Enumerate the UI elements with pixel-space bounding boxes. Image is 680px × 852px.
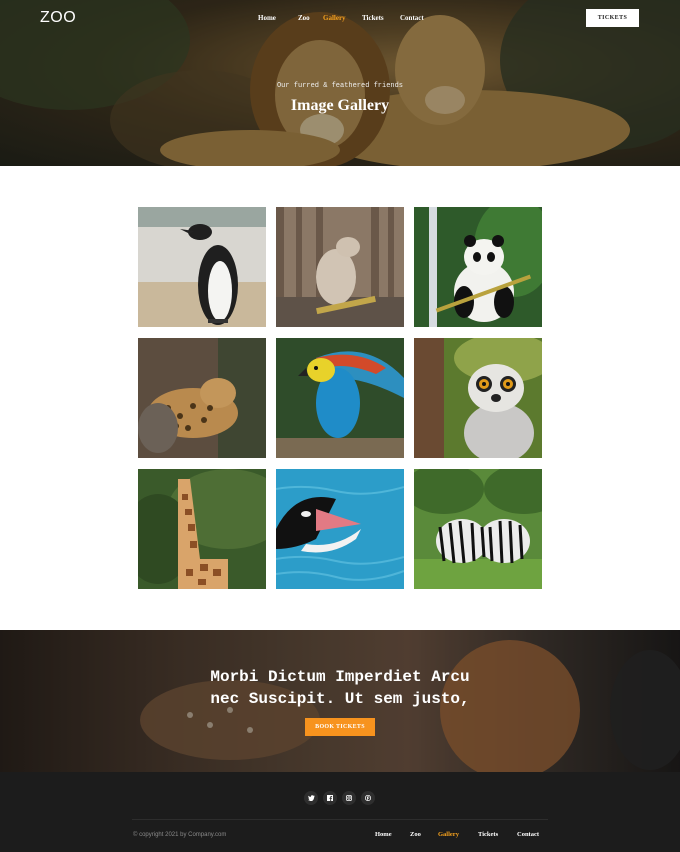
- gallery-image-panda[interactable]: [414, 207, 542, 327]
- booking-headline-line-1: Morbi Dictum Imperdiet Arcu: [210, 668, 470, 686]
- site-logo[interactable]: ZOO: [40, 9, 76, 27]
- hero-kicker: Our furred & feathered friends: [276, 82, 404, 90]
- copyright-text: © copyright 2021 by Company.com: [133, 832, 227, 838]
- gallery-image-lemur[interactable]: [414, 338, 542, 458]
- social-links: [304, 791, 375, 805]
- tickets-button[interactable]: TICKETS: [586, 9, 639, 27]
- booking-headline: Morbi Dictum Imperdiet Arcu nec Suscipit…: [0, 666, 680, 710]
- nav-gallery[interactable]: Gallery: [323, 14, 362, 22]
- booking-headline-line-2: nec Suscipit. Ut sem justo,: [210, 690, 470, 708]
- site-footer: © copyright 2021 by Company.com Home Zoo…: [0, 772, 680, 852]
- facebook-icon[interactable]: [323, 791, 337, 805]
- footer-nav-gallery[interactable]: Gallery: [438, 831, 459, 838]
- hero-banner: ZOO Home Zoo Gallery Tickets Contact TIC…: [0, 0, 680, 166]
- footer-nav-contact[interactable]: Contact: [517, 831, 539, 838]
- penguin-image: [138, 207, 266, 327]
- footer-nav-tickets[interactable]: Tickets: [478, 831, 498, 838]
- gallery-image-penguin[interactable]: [138, 207, 266, 327]
- meerkat-image: [276, 207, 404, 327]
- nav-zoo[interactable]: Zoo: [298, 14, 323, 22]
- pinterest-icon[interactable]: [361, 791, 375, 805]
- nav-tickets[interactable]: Tickets: [362, 14, 400, 22]
- book-tickets-button[interactable]: BOOK TICKETS: [305, 718, 375, 736]
- gallery-image-meerkat[interactable]: [276, 207, 404, 327]
- twitter-icon[interactable]: [304, 791, 318, 805]
- orca-image: [276, 469, 404, 589]
- booking-banner: Morbi Dictum Imperdiet Arcu nec Suscipit…: [0, 630, 680, 772]
- main-nav: Home Zoo Gallery Tickets Contact: [258, 14, 430, 22]
- gallery-image-zebras[interactable]: [414, 469, 542, 589]
- gallery-image-parrot[interactable]: [276, 338, 404, 458]
- leopard-image: [138, 338, 266, 458]
- nav-contact[interactable]: Contact: [400, 14, 430, 22]
- footer-divider: [132, 819, 548, 820]
- giraffe-image: [138, 469, 266, 589]
- nav-home[interactable]: Home: [258, 14, 298, 22]
- gallery-image-orca[interactable]: [276, 469, 404, 589]
- instagram-icon[interactable]: [342, 791, 356, 805]
- lemur-image: [414, 338, 542, 458]
- footer-nav-zoo[interactable]: Zoo: [410, 831, 421, 838]
- gallery-image-giraffe[interactable]: [138, 469, 266, 589]
- zebras-image: [414, 469, 542, 589]
- parrot-image: [276, 338, 404, 458]
- page-title: Image Gallery: [290, 97, 390, 114]
- gallery-image-leopard[interactable]: [138, 338, 266, 458]
- footer-nav-home[interactable]: Home: [375, 831, 392, 838]
- image-gallery: [138, 207, 542, 589]
- panda-image: [414, 207, 542, 327]
